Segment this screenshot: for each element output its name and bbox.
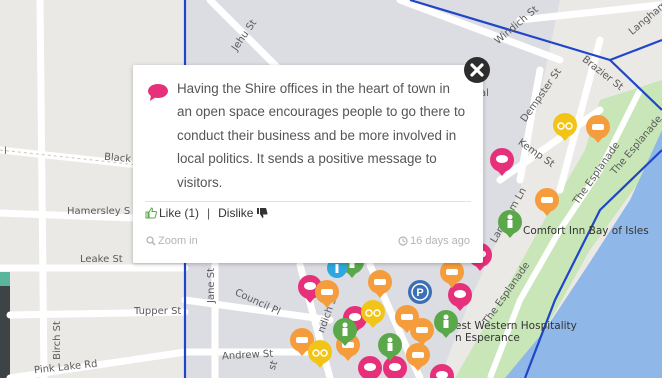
vote-actions: Like (1) | Dislike <box>145 206 268 220</box>
svg-text:P: P <box>416 287 423 299</box>
zoom-in-label: Zoom in <box>158 235 198 247</box>
thumbs-down-icon <box>257 208 268 218</box>
comment-popup: Having the Shire offices in the heart of… <box>133 65 483 263</box>
comment-bubble-icon <box>148 84 168 101</box>
person-pin-1[interactable] <box>498 210 522 238</box>
bicycle-pin-1[interactable] <box>553 113 577 141</box>
comment-pin-1[interactable] <box>490 148 514 176</box>
bicycle-pin-3[interactable] <box>308 340 332 368</box>
car-pin-2[interactable] <box>535 188 559 216</box>
timestamp-label: 16 days ago <box>410 235 470 247</box>
like-button[interactable]: Like (1) <box>145 206 199 220</box>
car-pin-8[interactable] <box>410 318 434 346</box>
magnifier-icon <box>146 236 156 246</box>
car-pin-5[interactable] <box>315 280 339 308</box>
popup-divider <box>145 201 471 202</box>
comment-pin-6[interactable] <box>383 356 407 378</box>
car-pin-4[interactable] <box>368 270 392 298</box>
comment-pin-7[interactable] <box>358 356 382 378</box>
parking-pin[interactable]: P <box>408 280 432 304</box>
like-label: Like (1) <box>159 206 200 220</box>
car-pin-10[interactable] <box>406 343 430 371</box>
thumbs-up-icon <box>145 207 157 219</box>
clock-icon <box>398 236 408 246</box>
dislike-label: Dislike <box>218 206 254 220</box>
dislike-button[interactable]: Dislike <box>218 206 268 220</box>
comment-pin-8[interactable] <box>430 364 454 378</box>
comment-text: Having the Shire offices in the heart of… <box>177 81 466 190</box>
close-button[interactable] <box>463 56 491 84</box>
person-pin-2[interactable] <box>434 310 458 338</box>
vote-separator: | <box>207 206 211 220</box>
zoom-in-link[interactable]: Zoom in <box>146 235 198 247</box>
timestamp: 16 days ago <box>398 235 470 247</box>
car-pin-1[interactable] <box>586 115 610 143</box>
